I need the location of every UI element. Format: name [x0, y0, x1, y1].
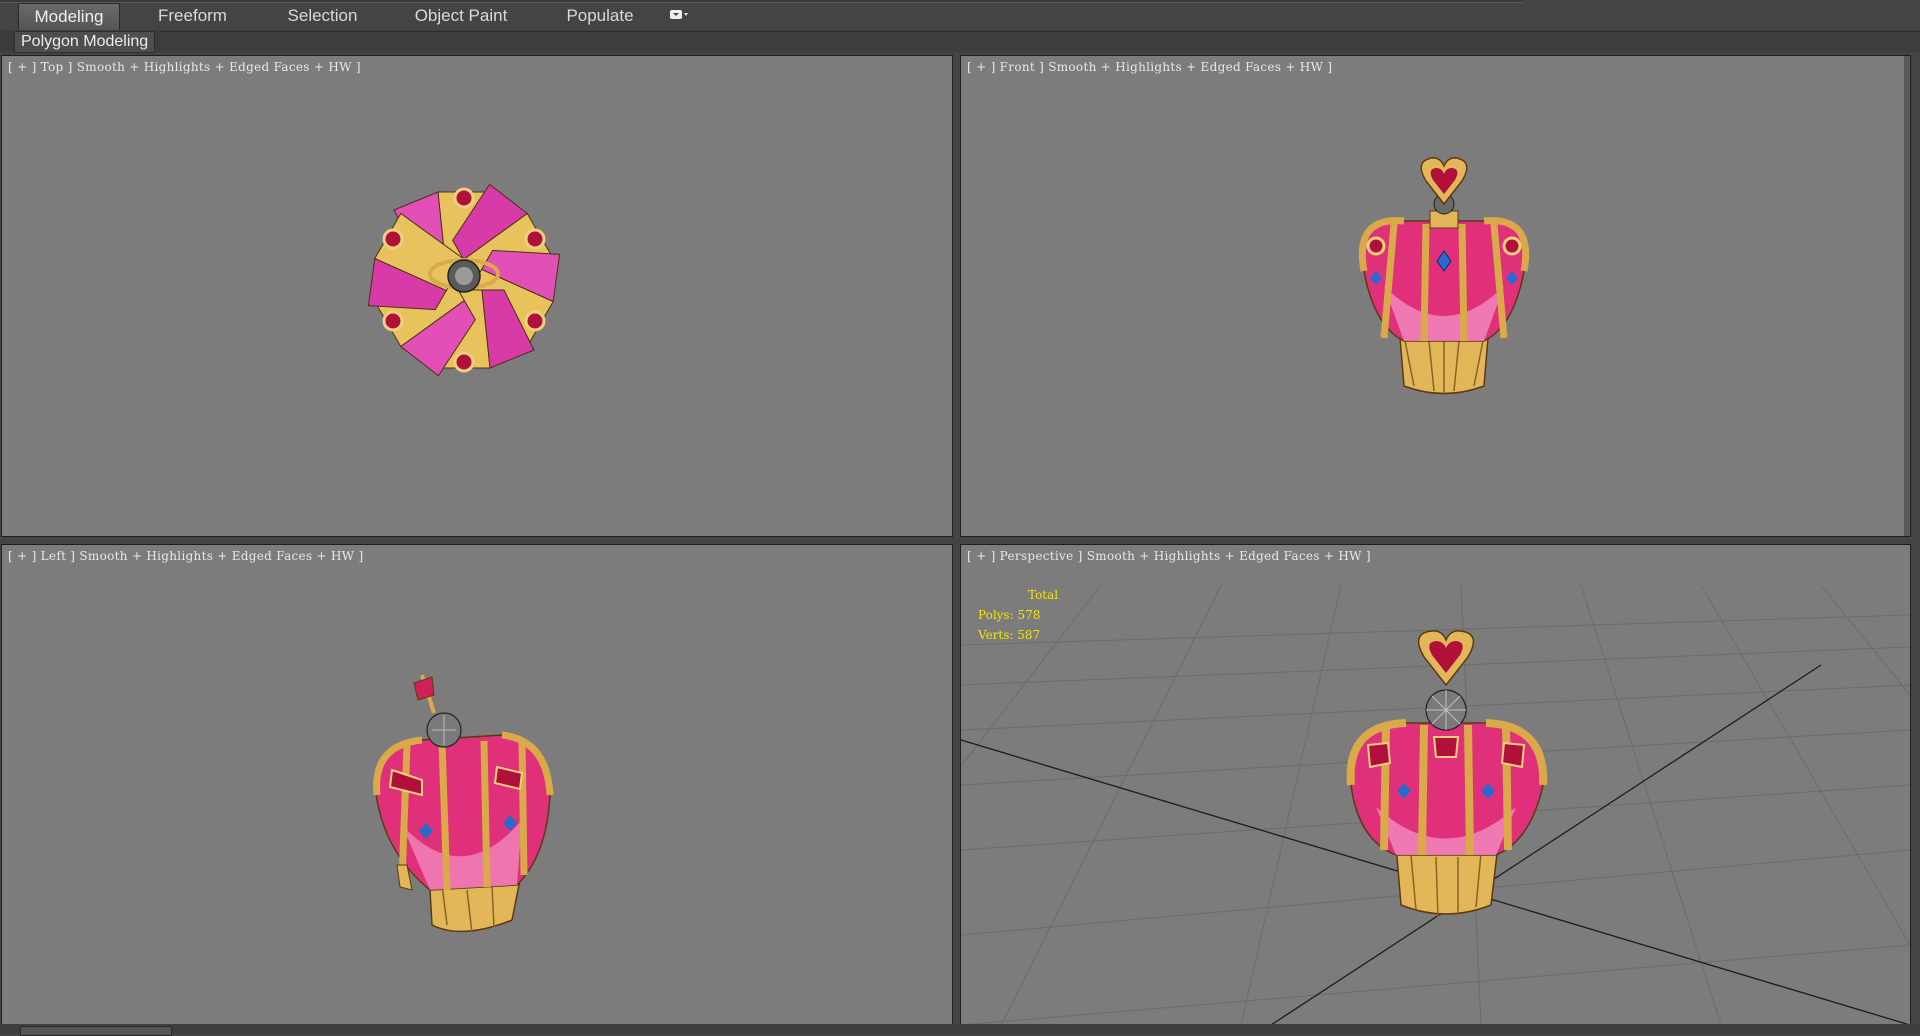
crown-top-view [367, 183, 561, 377]
crown-perspective-view [1346, 630, 1548, 918]
tab-object-paint[interactable]: Object Paint [400, 3, 522, 29]
ribbon-panel-area [160, 31, 1920, 52]
viewport-top[interactable]: [ + ] Top ] Smooth + Highlights + Edged … [1, 55, 953, 537]
crown-front-view [1358, 157, 1530, 395]
panel-polygon-modeling[interactable]: Polygon Modeling [14, 31, 156, 53]
tab-modeling[interactable]: Modeling [18, 3, 120, 30]
bottom-bar-segment[interactable] [20, 1026, 172, 1036]
tab-freeform[interactable]: Freeform [145, 3, 240, 29]
tab-selection[interactable]: Selection [275, 3, 370, 29]
viewport-left[interactable]: [ + ] Left ] Smooth + Highlights + Edged… [1, 544, 953, 1026]
crown-left-view [373, 674, 554, 934]
ribbon-options-dropdown-icon[interactable] [670, 9, 688, 20]
tab-populate[interactable]: Populate [555, 3, 645, 29]
viewport-front[interactable]: [ + ] Front ] Smooth + Highlights + Edge… [960, 55, 1911, 537]
viewport-perspective[interactable]: [ + ] Perspective ] Smooth + Highlights … [960, 544, 1911, 1026]
bottom-status-bar [0, 1024, 1920, 1036]
ribbon-tab-bar: Modeling Freeform Selection Object Paint… [0, 0, 1920, 32]
viewport-scrollbar[interactable] [1904, 56, 1910, 536]
